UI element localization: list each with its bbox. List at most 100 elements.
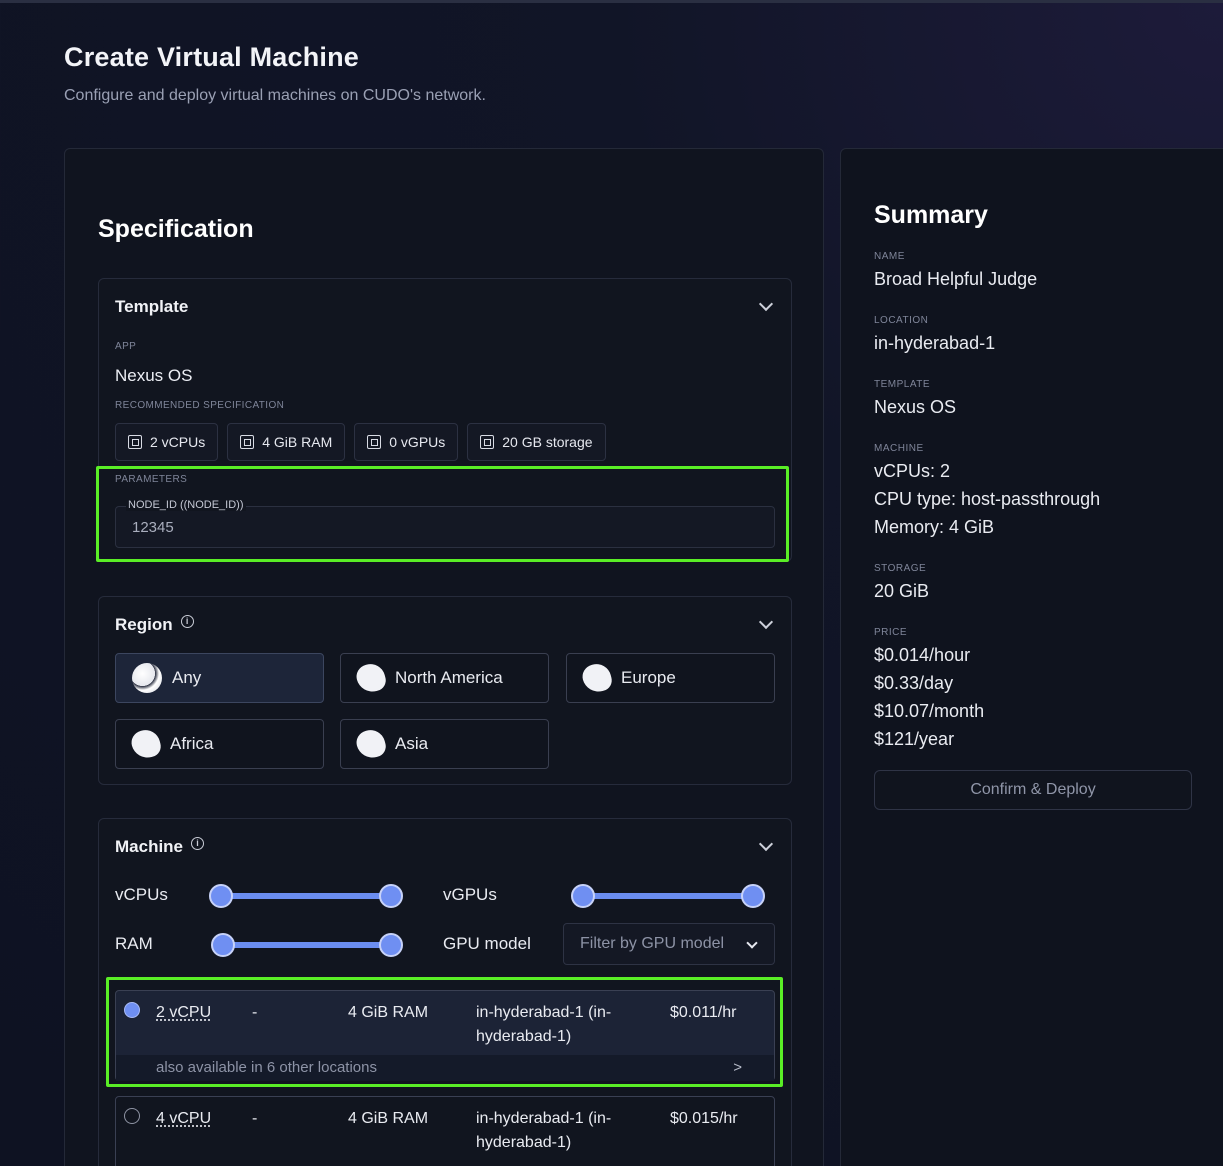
summary-storage-label: STORAGE (874, 563, 927, 574)
chip-storage: 20 GB storage (467, 423, 606, 461)
summary-template-label: TEMPLATE (874, 379, 931, 390)
summary-price-month: $10.07/month (874, 701, 985, 721)
specification-title: Specification (98, 215, 254, 243)
region-heading-label: Region (115, 615, 173, 634)
parameters-label: PARAMETERS (115, 474, 188, 485)
region-card: Region i Any North America Europe Africa (98, 596, 792, 785)
ram-slider-track[interactable] (211, 933, 403, 957)
chip-vcpus-label: 2 vCPUs (150, 434, 206, 450)
template-heading-label: Template (115, 297, 189, 316)
machine-dash: - (252, 1110, 258, 1127)
region-any-button[interactable]: Any (115, 653, 324, 703)
region-heading[interactable]: Region i (115, 614, 194, 635)
summary-name-value: Broad Helpful Judge (874, 269, 1038, 289)
other-locations-link[interactable]: also available in 6 other locations > (116, 1055, 774, 1081)
chevron-right-icon: > (733, 1059, 742, 1076)
chip-ram: 4 GiB RAM (227, 423, 346, 461)
machine-heading[interactable]: Machine i (115, 836, 205, 857)
vgpus-label: vGPUs (443, 885, 497, 904)
machine-cpu: 2 vCPU (156, 1004, 212, 1021)
machine-price: $0.015/hr (670, 1110, 738, 1127)
machine-ram: 4 GiB RAM (348, 1004, 429, 1021)
machine-cpu: 4 vCPU (156, 1110, 212, 1127)
region-europe-button[interactable]: Europe (566, 653, 775, 703)
gpu-model-label: GPU model (443, 934, 531, 953)
page-title: Create Virtual Machine (64, 42, 360, 72)
ram-min-handle[interactable] (211, 933, 235, 957)
machine-location-line1: in-hyderabad-1 (in- (476, 1004, 612, 1021)
machine-location-line2: hyderabad-1) (476, 1134, 572, 1151)
template-card: Template APP Nexus OS RECOMMENDED SPECIF… (98, 278, 792, 562)
chevron-down-icon[interactable] (758, 614, 774, 630)
chevron-down-icon[interactable] (758, 296, 774, 312)
storage-icon (480, 435, 495, 449)
summary-location-label: LOCATION (874, 315, 929, 326)
region-north-america-button[interactable]: North America (340, 653, 549, 703)
chevron-down-icon (746, 937, 758, 949)
summary-machine-memory: Memory: 4 GiB (874, 517, 995, 537)
summary-template-value: Nexus OS (874, 397, 957, 417)
machine-location-line1: in-hyderabad-1 (in- (476, 1110, 612, 1127)
summary-machine-label: MACHINE (874, 443, 924, 454)
confirm-deploy-button[interactable]: Confirm & Deploy (874, 770, 1192, 810)
summary-storage-value: 20 GiB (874, 581, 930, 601)
vcpus-min-handle[interactable] (209, 884, 233, 908)
chevron-down-icon[interactable] (758, 836, 774, 852)
info-icon[interactable]: i (180, 614, 194, 628)
globe-icon (132, 663, 162, 693)
ram-max-handle[interactable] (379, 933, 403, 957)
africa-icon (128, 726, 164, 762)
vgpus-max-handle[interactable] (741, 884, 765, 908)
machine-option-row[interactable]: 2 vCPU - 4 GiB RAM in-hyderabad-1 (in- h… (115, 990, 775, 1081)
node-id-field[interactable]: NODE_ID ((NODE_ID)) 12345 (115, 499, 775, 548)
region-any-label: Any (172, 668, 202, 687)
vcpus-max-handle[interactable] (379, 884, 403, 908)
chip-storage-label: 20 GB storage (502, 434, 593, 450)
recommended-spec-chips: 2 vCPUs 4 GiB RAM 0 vGPUs 20 GB storage (115, 423, 606, 461)
radio-selected[interactable] (124, 1002, 140, 1018)
europe-icon (579, 660, 615, 696)
recommended-spec-label: RECOMMENDED SPECIFICATION (115, 400, 285, 411)
gpu-icon (367, 435, 382, 449)
machine-price: $0.011/hr (670, 1004, 737, 1021)
radio-unselected[interactable] (124, 1108, 140, 1124)
ram-label: RAM (115, 934, 153, 953)
machine-card: Machine i vCPUs vGPUs RAM GPU model Filt… (98, 818, 792, 1166)
summary-machine-vcpus: vCPUs: 2 (874, 461, 951, 481)
vcpus-slider-track[interactable] (209, 884, 403, 908)
summary-price-year: $121/year (874, 729, 955, 749)
page-subtitle: Configure and deploy virtual machines on… (64, 87, 486, 104)
machine-option-main[interactable]: 2 vCPU - 4 GiB RAM in-hyderabad-1 (in- h… (116, 991, 774, 1055)
info-icon[interactable]: i (191, 836, 205, 850)
machine-ram: 4 GiB RAM (348, 1110, 429, 1127)
region-africa-button[interactable]: Africa (115, 719, 324, 769)
other-locations-text: also available in 6 other locations (156, 1059, 377, 1076)
summary-price-hour: $0.014/hour (874, 645, 971, 665)
machine-option-main[interactable]: 4 vCPU - 4 GiB RAM in-hyderabad-1 (in- h… (116, 1097, 774, 1161)
region-europe-label: Europe (621, 668, 676, 687)
machine-heading-label: Machine (115, 837, 184, 856)
template-heading[interactable]: Template (115, 297, 188, 317)
region-asia-button[interactable]: Asia (340, 719, 549, 769)
summary-machine-cpu-type: CPU type: host-passthrough (874, 489, 1101, 509)
machine-location-line2: hyderabad-1) (476, 1028, 572, 1045)
machine-dash: - (252, 1004, 258, 1021)
vgpus-slider-track[interactable] (571, 884, 765, 908)
chip-ram-label: 4 GiB RAM (262, 434, 333, 450)
vgpus-min-handle[interactable] (571, 884, 595, 908)
memory-icon (240, 435, 255, 449)
summary-price-label: PRICE (874, 627, 908, 638)
top-border (0, 0, 1223, 3)
node-id-field-value[interactable]: 12345 (132, 519, 174, 536)
chip-vgpus-label: 0 vGPUs (389, 434, 446, 450)
vcpus-label: vCPUs (115, 885, 168, 904)
gpu-model-select[interactable]: Filter by GPU model (563, 923, 775, 965)
node-id-field-label: NODE_ID ((NODE_ID)) (126, 499, 246, 511)
machine-option-row[interactable]: 4 vCPU - 4 GiB RAM in-hyderabad-1 (in- h… (115, 1096, 775, 1166)
summary-title: Summary (874, 201, 988, 229)
chip-vcpus: 2 vCPUs (115, 423, 219, 461)
app-value: Nexus OS (115, 366, 193, 385)
app-label: APP (115, 341, 137, 352)
region-north-america-label: North America (395, 668, 503, 687)
asia-icon (353, 726, 389, 762)
